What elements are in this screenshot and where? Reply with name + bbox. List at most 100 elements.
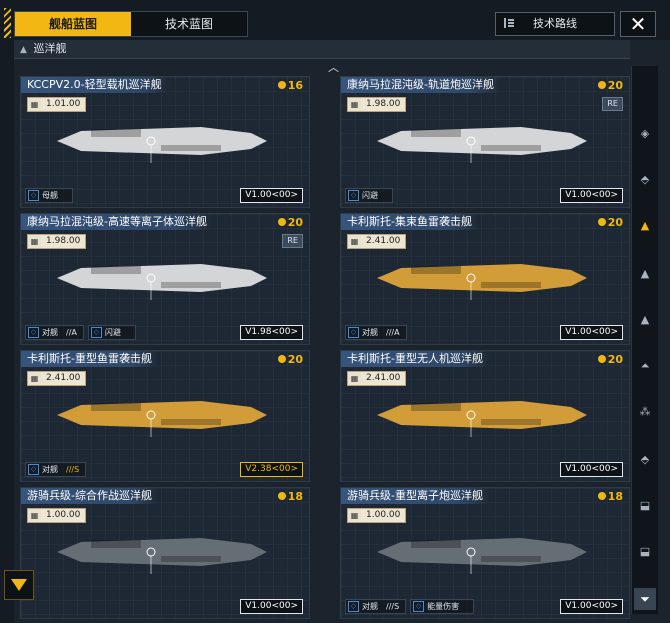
role-icon: ◇	[28, 190, 39, 201]
tab-bar: 舰船蓝图 技术蓝图	[14, 11, 248, 37]
stat-value: 1.98.00	[361, 98, 406, 111]
role-tag-grade: //A	[66, 328, 77, 337]
card-title: 卡利斯托-重型鱼雷袭击舰	[21, 351, 158, 367]
blueprint-card[interactable]: 康纳马拉混沌级-高速等离子体巡洋舰 20 ▦ 1.98.00 RE ◇ 对舰//A ◇ 闪避 V1…	[20, 213, 310, 345]
card-cost: 20	[597, 353, 623, 366]
rail-class-1-icon[interactable]: ◈	[635, 124, 655, 144]
left-panel	[0, 40, 14, 623]
tech-route-button[interactable]: 技术路线	[495, 12, 615, 36]
cost-icon	[597, 355, 606, 363]
blueprint-card[interactable]: 卡利斯托-重型无人机巡洋舰 20 ▦ 2.41.00 V1.00<00>	[340, 350, 630, 482]
scroll-up-chevron-icon[interactable]: ︿	[328, 59, 339, 75]
category-label: 巡洋舰	[33, 42, 67, 55]
blueprint-card[interactable]: 游骑兵级-综合作战巡洋舰 18 ▦ 1.00.00 V1.00<00>	[20, 487, 310, 619]
stat-value: 2.41.00	[361, 372, 406, 385]
role-icon: ◇	[348, 327, 359, 338]
role-icon: ◇	[348, 601, 359, 612]
cost-icon	[277, 355, 286, 363]
cost-icon	[597, 218, 606, 226]
role-tag: ◇ 对舰 ///S	[345, 599, 407, 614]
rail-class-6-icon[interactable]: ⏶	[635, 356, 655, 376]
rail-cruiser-icon[interactable]: ▲	[635, 216, 655, 236]
role-icon: ◇	[90, 327, 102, 338]
category-bar: ▲ 巡洋舰	[14, 40, 630, 59]
version-badge: V2.38<00>	[240, 462, 303, 477]
cost-icon	[277, 81, 286, 89]
re-badge: RE	[602, 97, 623, 111]
card-stat: ▦ 1.01.00	[27, 97, 87, 112]
role-tag-grade: ///S	[386, 602, 400, 611]
close-button[interactable]: ✕	[620, 11, 656, 37]
ship-class-rail: ◈ ⬘ ▲ ▲ ▲ ⏶ ⁂ ⬘ ⬓ ⬓ ⏷	[631, 66, 658, 614]
fleet-badge-icon[interactable]	[4, 570, 34, 600]
stat-icon: ▦	[28, 235, 41, 248]
filter-button[interactable]: ⏷	[634, 588, 656, 610]
blueprint-card[interactable]: 游骑兵级-重型离子炮巡洋舰 18 ▦ 1.00.00 ◇ 对舰///S ◇ 能量伤害 V1.00…	[340, 487, 630, 619]
role-tags: ◇ 母舰	[25, 188, 73, 203]
tab-tech-blueprint[interactable]: 技术蓝图	[131, 12, 247, 36]
role-tag: ◇ 母舰	[25, 188, 73, 203]
card-cost: 20	[277, 216, 303, 229]
card-title: 康纳马拉混沌级-轨道炮巡洋舰	[341, 77, 500, 93]
blueprint-card[interactable]: 康纳马拉混沌级-轨道炮巡洋舰 20 ▦ 1.98.00 RE ◇ 闪避 V1.00<00>	[340, 76, 630, 208]
card-stat: ▦ 1.00.00	[347, 508, 407, 523]
blueprint-card[interactable]: 卡利斯托-重型鱼雷袭击舰 20 ▦ 2.41.00 ◇ 对舰 ///S V2.38<00>	[20, 350, 310, 482]
card-title: 游骑兵级-综合作战巡洋舰	[21, 488, 158, 504]
stat-icon: ▦	[348, 98, 361, 111]
rail-class-4-icon[interactable]: ▲	[635, 264, 655, 284]
role-icon: ◇	[28, 464, 39, 475]
stat-icon: ▦	[28, 509, 41, 522]
rail-class-2-icon[interactable]: ⬘	[635, 170, 655, 190]
tab-ship-blueprint[interactable]: 舰船蓝图	[15, 12, 131, 36]
card-cost: 20	[597, 216, 623, 229]
ship-silhouette	[57, 127, 267, 163]
card-cost: 18	[277, 490, 303, 503]
cost-value: 16	[287, 79, 303, 92]
card-stat: ▦ 2.41.00	[347, 371, 407, 386]
cost-value: 20	[607, 216, 623, 229]
role-tag-grade: ///A	[386, 328, 400, 337]
stat-icon: ▦	[28, 98, 41, 111]
role-icon: ◇	[348, 190, 359, 201]
stat-icon: ▦	[348, 372, 361, 385]
role-tag: ◇ 对舰 //A	[25, 325, 84, 340]
version-badge: V1.00<00>	[560, 599, 623, 614]
stat-value: 1.01.00	[41, 98, 86, 111]
re-badge: RE	[282, 234, 303, 248]
role-icon: ◇	[28, 327, 39, 338]
cost-value: 20	[287, 353, 303, 366]
blueprint-card[interactable]: 卡利斯托-集束鱼雷袭击舰 20 ▦ 2.41.00 ◇ 对舰 ///A V1.00<00>	[340, 213, 630, 345]
rail-class-7-icon[interactable]: ⁂	[635, 402, 655, 422]
stat-icon: ▦	[348, 235, 361, 248]
card-title: 康纳马拉混沌级-高速等离子体巡洋舰	[21, 214, 213, 230]
card-title: 卡利斯托-重型无人机巡洋舰	[341, 351, 489, 367]
role-tag-label: 闪避	[104, 328, 121, 337]
rail-class-5-icon[interactable]: ▲	[635, 310, 655, 330]
role-tags: ◇ 对舰 ///A	[345, 325, 407, 340]
rail-class-9-icon[interactable]: ⬓	[635, 496, 655, 516]
version-badge: V1.00<00>	[240, 599, 303, 614]
rail-class-8-icon[interactable]: ⬘	[635, 450, 655, 470]
role-tag: ◇ 能量伤害	[410, 599, 475, 614]
version-badge: V1.00<00>	[240, 188, 303, 203]
stat-value: 2.41.00	[361, 235, 406, 248]
cost-value: 18	[287, 490, 303, 503]
card-title: KCCPV2.0-轻型载机巡洋舰	[21, 77, 168, 93]
ship-silhouette	[57, 401, 267, 437]
blueprint-card[interactable]: KCCPV2.0-轻型载机巡洋舰 16 ▦ 1.01.00 ◇ 母舰 V1.00<00>	[20, 76, 310, 208]
card-stat: ▦ 1.98.00	[347, 97, 407, 112]
ship-silhouette	[377, 264, 587, 300]
card-cost: 16	[277, 79, 303, 92]
role-tag: ◇ 对舰 ///S	[25, 462, 87, 477]
role-tag-label: 对舰	[362, 602, 378, 611]
role-tag: ◇ 闪避	[87, 325, 136, 340]
decor-stripe	[4, 8, 11, 38]
version-badge: V1.98<00>	[240, 325, 303, 340]
card-cost: 20	[277, 353, 303, 366]
cost-value: 18	[607, 490, 623, 503]
card-cost: 20	[597, 79, 623, 92]
rail-class-10-icon[interactable]: ⬓	[635, 542, 655, 562]
role-tag-label: 闪避	[362, 191, 378, 200]
stat-icon: ▦	[28, 372, 41, 385]
role-tag-label: 对舰	[42, 465, 58, 474]
